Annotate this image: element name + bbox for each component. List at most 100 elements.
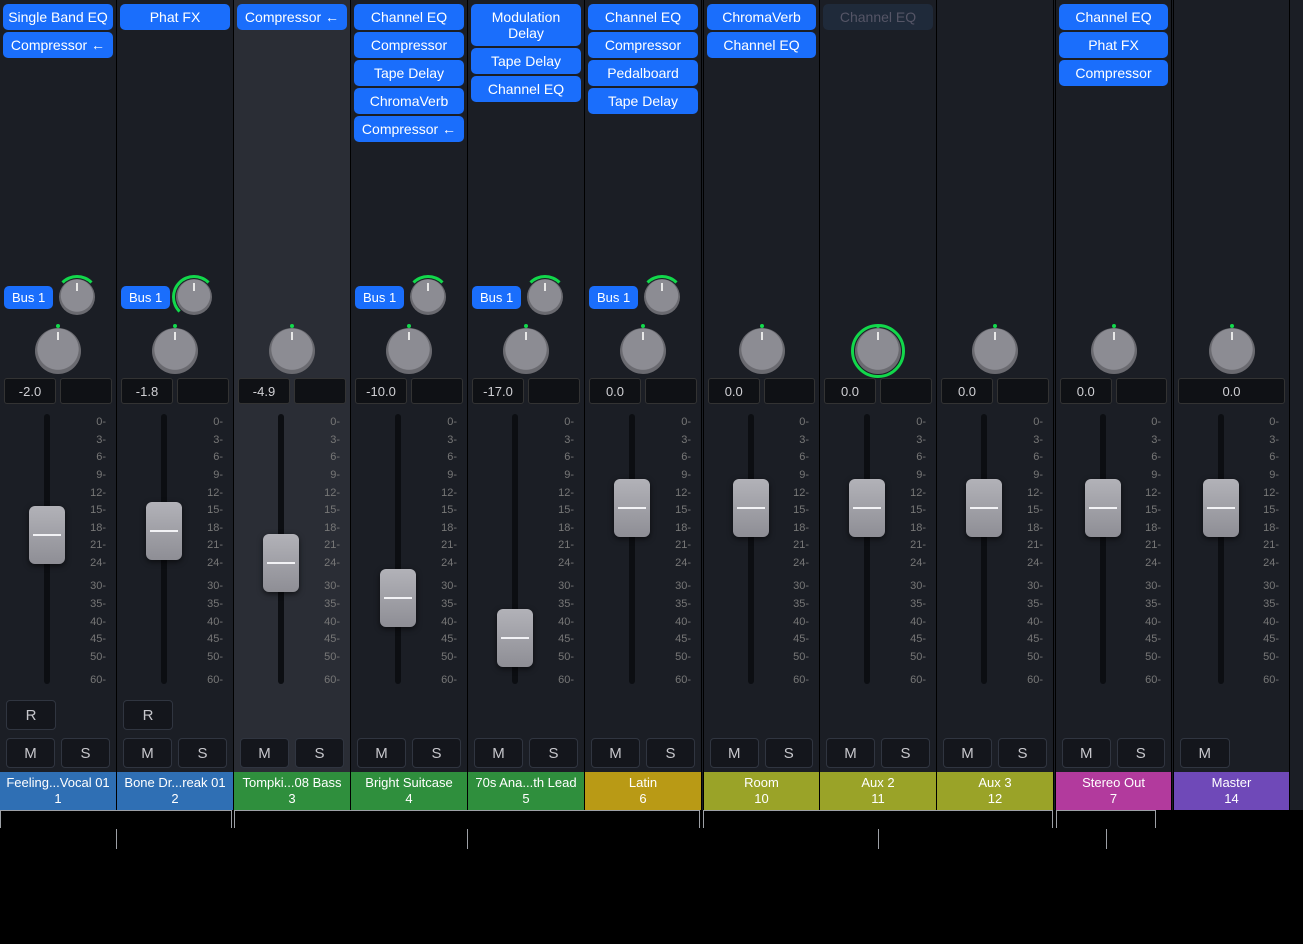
insert-plugin[interactable]: ChromaVerb (354, 88, 464, 114)
gain-db-readout[interactable]: -2.0 (4, 378, 56, 404)
gain-db-readout[interactable]: -1.8 (121, 378, 173, 404)
solo-button[interactable]: S (881, 738, 930, 768)
insert-plugin[interactable]: Tape Delay (471, 48, 581, 74)
mute-button[interactable]: M (240, 738, 289, 768)
pan-knob[interactable] (386, 328, 432, 374)
solo-button[interactable]: S (61, 738, 110, 768)
send-level-knob[interactable] (59, 279, 95, 315)
send-bus[interactable]: Bus 1 (4, 286, 53, 309)
insert-plugin[interactable]: Pedalboard (588, 60, 698, 86)
peak-readout[interactable] (880, 378, 932, 404)
insert-plugin[interactable]: Phat FX (1059, 32, 1168, 58)
fader-track[interactable] (981, 414, 987, 684)
channel-label[interactable]: Master14 (1174, 772, 1289, 810)
insert-plugin[interactable]: Channel EQ (588, 4, 698, 30)
fader-cap[interactable] (29, 506, 65, 564)
gain-db-readout[interactable]: 0.0 (589, 378, 641, 404)
mute-button[interactable]: M (6, 738, 55, 768)
send-bus[interactable]: Bus 1 (121, 286, 170, 309)
fader-cap[interactable] (380, 569, 416, 627)
insert-plugin[interactable]: Compressor (1059, 60, 1168, 86)
solo-button[interactable]: S (646, 738, 695, 768)
insert-plugin[interactable]: Compressor ← (237, 4, 347, 30)
peak-readout[interactable] (60, 378, 112, 404)
gain-db-readout[interactable]: 0.0 (941, 378, 993, 404)
send-level-knob[interactable] (176, 279, 212, 315)
peak-readout[interactable] (645, 378, 697, 404)
fader-cap[interactable] (733, 479, 769, 537)
fader-track[interactable] (1218, 414, 1224, 684)
peak-readout[interactable] (528, 378, 580, 404)
pan-knob[interactable] (1209, 328, 1255, 374)
gain-db-readout[interactable]: 0.0 (708, 378, 760, 404)
pan-knob[interactable] (972, 328, 1018, 374)
send-bus[interactable]: Bus 1 (472, 286, 521, 309)
insert-plugin[interactable]: Compressor (588, 32, 698, 58)
solo-button[interactable]: S (998, 738, 1047, 768)
mute-button[interactable]: M (943, 738, 992, 768)
channel-label[interactable]: Room10 (704, 772, 819, 810)
channel-label[interactable]: Bone Dr...reak 012 (117, 772, 233, 810)
peak-readout[interactable] (411, 378, 463, 404)
channel-label[interactable]: Bright Suitcase4 (351, 772, 467, 810)
channel-label[interactable]: Stereo Out7 (1056, 772, 1171, 810)
gain-db-readout[interactable]: -4.9 (238, 378, 290, 404)
send-level-knob[interactable] (410, 279, 446, 315)
fader-track[interactable] (395, 414, 401, 684)
fader-cap[interactable] (263, 534, 299, 592)
pan-knob[interactable] (620, 328, 666, 374)
insert-plugin[interactable]: Channel EQ (354, 4, 464, 30)
fader-cap[interactable] (966, 479, 1002, 537)
pan-knob[interactable] (855, 328, 901, 374)
insert-plugin[interactable]: Channel EQ (471, 76, 581, 102)
insert-plugin[interactable]: Channel EQ (707, 32, 816, 58)
peak-readout[interactable] (294, 378, 346, 404)
pan-knob[interactable] (35, 328, 81, 374)
insert-plugin-bypassed[interactable]: Channel EQ (823, 4, 933, 30)
insert-plugin[interactable]: Compressor ← (354, 116, 464, 142)
pan-knob[interactable] (739, 328, 785, 374)
mute-button[interactable]: M (1180, 738, 1230, 768)
fader-track[interactable] (1100, 414, 1106, 684)
fader-track[interactable] (161, 414, 167, 684)
mute-button[interactable]: M (1062, 738, 1111, 768)
channel-label[interactable]: Feeling...Vocal 011 (0, 772, 116, 810)
peak-readout[interactable] (1116, 378, 1168, 404)
insert-plugin[interactable]: Compressor ← (3, 32, 113, 58)
fader-cap[interactable] (849, 479, 885, 537)
mute-button[interactable]: M (357, 738, 406, 768)
mute-button[interactable]: M (474, 738, 523, 768)
fader-cap[interactable] (614, 479, 650, 537)
peak-readout[interactable] (177, 378, 229, 404)
peak-readout[interactable] (997, 378, 1049, 404)
gain-db-readout[interactable]: -10.0 (355, 378, 407, 404)
record-enable-button[interactable]: R (6, 700, 56, 730)
solo-button[interactable]: S (178, 738, 227, 768)
insert-plugin[interactable]: Compressor (354, 32, 464, 58)
mute-button[interactable]: M (826, 738, 875, 768)
fader-cap[interactable] (1203, 479, 1239, 537)
record-enable-button[interactable]: R (123, 700, 173, 730)
solo-button[interactable]: S (412, 738, 461, 768)
fader-track[interactable] (512, 414, 518, 684)
insert-plugin[interactable]: Channel EQ (1059, 4, 1168, 30)
channel-label[interactable]: Latin6 (585, 772, 701, 810)
pan-knob[interactable] (1091, 328, 1137, 374)
insert-plugin[interactable]: Phat FX (120, 4, 230, 30)
channel-label[interactable]: Aux 211 (820, 772, 936, 810)
gain-db-readout[interactable]: 0.0 (1060, 378, 1112, 404)
insert-plugin[interactable]: Modulation Delay (471, 4, 581, 46)
solo-button[interactable]: S (1117, 738, 1166, 768)
gain-db-readout[interactable]: 0.0 (824, 378, 876, 404)
gain-db-readout[interactable]: -17.0 (472, 378, 524, 404)
fader-cap[interactable] (146, 502, 182, 560)
insert-plugin[interactable]: ChromaVerb (707, 4, 816, 30)
solo-button[interactable]: S (765, 738, 814, 768)
channel-label[interactable]: Aux 312 (937, 772, 1053, 810)
solo-button[interactable]: S (529, 738, 578, 768)
channel-label[interactable]: 70s Ana...th Lead5 (468, 772, 584, 810)
fader-track[interactable] (44, 414, 50, 684)
fader-track[interactable] (278, 414, 284, 684)
mute-button[interactable]: M (710, 738, 759, 768)
pan-knob[interactable] (152, 328, 198, 374)
